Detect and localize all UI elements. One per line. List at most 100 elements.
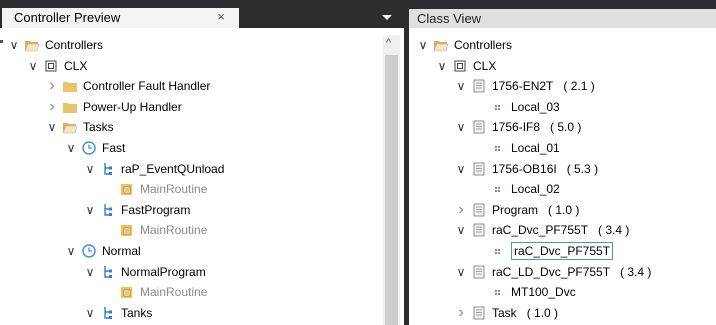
chevron-down-icon[interactable]: ∨	[84, 159, 96, 179]
controller-tree-item[interactable]: ∨ CLX	[0, 56, 404, 76]
controller-tree-item-label: Controllers	[45, 38, 104, 52]
class-view-header: Class View	[409, 0, 716, 28]
chevron-down-icon[interactable]: ∨	[84, 200, 96, 220]
controller-tree-item[interactable]: ∨ Normal	[0, 241, 404, 261]
class-icon	[471, 306, 487, 320]
class-tree-item[interactable]: Local_02	[409, 179, 716, 199]
chevron-down-icon[interactable]: ∨	[436, 56, 448, 76]
controller-tree-item-label: raP_EventQUnload	[121, 161, 225, 176]
class-icon	[471, 203, 487, 217]
controller-tree-item[interactable]: ∨ Controllers	[0, 35, 404, 55]
class-tree-item[interactable]: ∨ CLX	[409, 56, 716, 76]
class-tree: ∨ Controllers ∨ CLX ∨ 1756-EN2T( 2.1 ) Local_0…	[409, 35, 716, 325]
controller-tree-item-label: MainRoutine	[140, 182, 208, 197]
class-tree-item[interactable]: ∨ 1756-EN2T( 2.1 )	[409, 76, 716, 96]
tab-controller-preview[interactable]: Controller Preview ×	[2, 8, 239, 28]
controller-tree-item[interactable]: ∨ raP_EventQUnload	[0, 159, 404, 179]
class-tree-item-label: raC_Dvc_PF755T	[511, 242, 614, 260]
version-label: ( 1.0 )	[526, 305, 559, 320]
class-tree-item[interactable]: ∨ 1756-IF8( 5.0 )	[409, 117, 716, 137]
chevron-right-icon[interactable]: ›	[46, 97, 58, 117]
class-tree-item[interactable]: MT100_Dvc	[409, 282, 716, 302]
controller-preview-header: Controller Preview ×	[0, 0, 404, 28]
class-tree-item[interactable]: raC_Dvc_PF755T	[409, 241, 716, 261]
controller-icon	[452, 59, 468, 73]
version-label: ( 3.4 )	[598, 223, 630, 238]
program-icon	[100, 203, 116, 217]
chevron-down-icon[interactable]: ∨	[84, 303, 96, 323]
class-view-title: Class View	[417, 11, 482, 26]
class-tree-item[interactable]: › Program( 1.0 )	[409, 200, 716, 220]
class-tree-item[interactable]: Local_03	[409, 97, 716, 117]
controller-tree-item[interactable]: › Controller Fault Handler	[0, 76, 404, 96]
controller-tree: ∨ Controllers ∨ CLX › Controller Fault Handle…	[0, 35, 404, 325]
instance-icon	[490, 244, 506, 258]
scroll-up-icon[interactable]: ^	[386, 37, 391, 49]
controller-tree-item-label: MainRoutine	[140, 223, 208, 238]
dropdown-arrow-icon[interactable]	[382, 15, 392, 20]
class-tree-item-label: 1756-OB16I( 5.3 )	[492, 161, 599, 176]
controller-tree-item[interactable]: ∨ FastProgram	[0, 200, 404, 220]
controller-preview-panel: Controller Preview × ∨ Controllers ∨ CLX › Co…	[0, 0, 404, 325]
scrollbar-thumb[interactable]	[385, 55, 398, 325]
controller-tree-item-label: Tanks	[121, 305, 153, 320]
class-tree-item-label: Local_03	[511, 99, 560, 114]
controller-tree-item-label: Power-Up Handler	[83, 99, 182, 114]
program-icon	[100, 265, 116, 279]
class-tree-item-label: 1756-EN2T( 2.1 )	[492, 79, 595, 94]
controller-icon	[43, 59, 59, 73]
controller-tree-item[interactable]: ∨ Tanks	[0, 303, 404, 323]
chevron-down-icon[interactable]: ∨	[46, 117, 58, 137]
class-tree-item[interactable]: ∨ Controllers	[409, 35, 716, 55]
chevron-down-icon[interactable]: ∨	[65, 138, 77, 158]
tab-title: Controller Preview	[14, 10, 121, 25]
class-tree-item-label: MT100_Dvc	[511, 285, 576, 300]
chevron-down-icon[interactable]: ∨	[455, 262, 467, 282]
folder-icon	[62, 100, 78, 114]
controller-tree-item-label: CLX	[64, 58, 88, 73]
chevron-down-icon[interactable]: ∨	[84, 262, 96, 282]
class-tree-item-label: Task( 1.0 )	[492, 305, 559, 320]
program-icon	[100, 306, 116, 320]
controller-tree-item-label: Fast	[102, 141, 126, 155]
controller-tree-item[interactable]: MainRoutine	[0, 220, 404, 240]
chevron-right-icon[interactable]: ›	[455, 200, 467, 220]
class-tree-item-label: Local_02	[511, 182, 560, 197]
controller-tree-item[interactable]: MainRoutine	[0, 282, 404, 302]
version-label: ( 5.3 )	[566, 161, 599, 176]
class-tree-item[interactable]: › Task( 1.0 )	[409, 303, 716, 323]
chevron-down-icon[interactable]: ∨	[417, 35, 429, 55]
folder-open-icon	[433, 38, 449, 52]
controller-tree-item[interactable]: › Power-Up Handler	[0, 97, 404, 117]
chevron-right-icon[interactable]: ›	[46, 76, 58, 96]
chevron-down-icon[interactable]: ∨	[455, 76, 467, 96]
controller-tree-item[interactable]: MainRoutine	[0, 179, 404, 199]
class-tree-item[interactable]: ∨ raC_Dvc_PF755T( 3.4 )	[409, 220, 716, 240]
chevron-down-icon[interactable]: ∨	[27, 56, 39, 76]
class-tree-item[interactable]: ∨ raC_LD_Dvc_PF755T( 3.4 )	[409, 262, 716, 282]
class-tree-item[interactable]: ∨ 1756-OB16I( 5.3 )	[409, 159, 716, 179]
chevron-down-icon[interactable]: ∨	[8, 35, 20, 55]
chevron-down-icon[interactable]: ∨	[455, 220, 467, 240]
chevron-right-icon[interactable]: ›	[455, 303, 467, 323]
chevron-down-icon[interactable]: ∨	[65, 241, 77, 261]
controller-tree-item-label: Normal	[102, 244, 141, 258]
chevron-down-icon[interactable]: ∨	[455, 117, 467, 137]
chevron-down-icon[interactable]: ∨	[455, 159, 467, 179]
class-tree-item-label: raC_LD_Dvc_PF755T( 3.4 )	[492, 264, 652, 279]
class-icon	[471, 162, 487, 176]
controller-tree-item[interactable]: ∨ Fast	[0, 138, 404, 158]
instance-icon	[490, 182, 506, 196]
class-tree-item[interactable]: Local_01	[409, 138, 716, 158]
controller-tree-item-label: FastProgram	[121, 202, 191, 217]
folder-open-icon	[24, 38, 40, 52]
controller-tree-item[interactable]: ∨ Tasks	[0, 117, 404, 137]
close-icon[interactable]: ×	[217, 9, 225, 24]
routine-icon	[119, 223, 135, 237]
controller-tree-item[interactable]: ∨ NormalProgram	[0, 262, 404, 282]
class-tree-item-label: raC_Dvc_PF755T( 3.4 )	[492, 223, 630, 238]
controller-tree-item-label: Tasks	[83, 120, 114, 135]
version-label: ( 2.1 )	[563, 79, 595, 94]
class-view-panel: Class View ∨ Controllers ∨ CLX ∨ 1756-EN2T( 2…	[409, 0, 716, 325]
vertical-scrollbar[interactable]: ^	[383, 35, 400, 325]
